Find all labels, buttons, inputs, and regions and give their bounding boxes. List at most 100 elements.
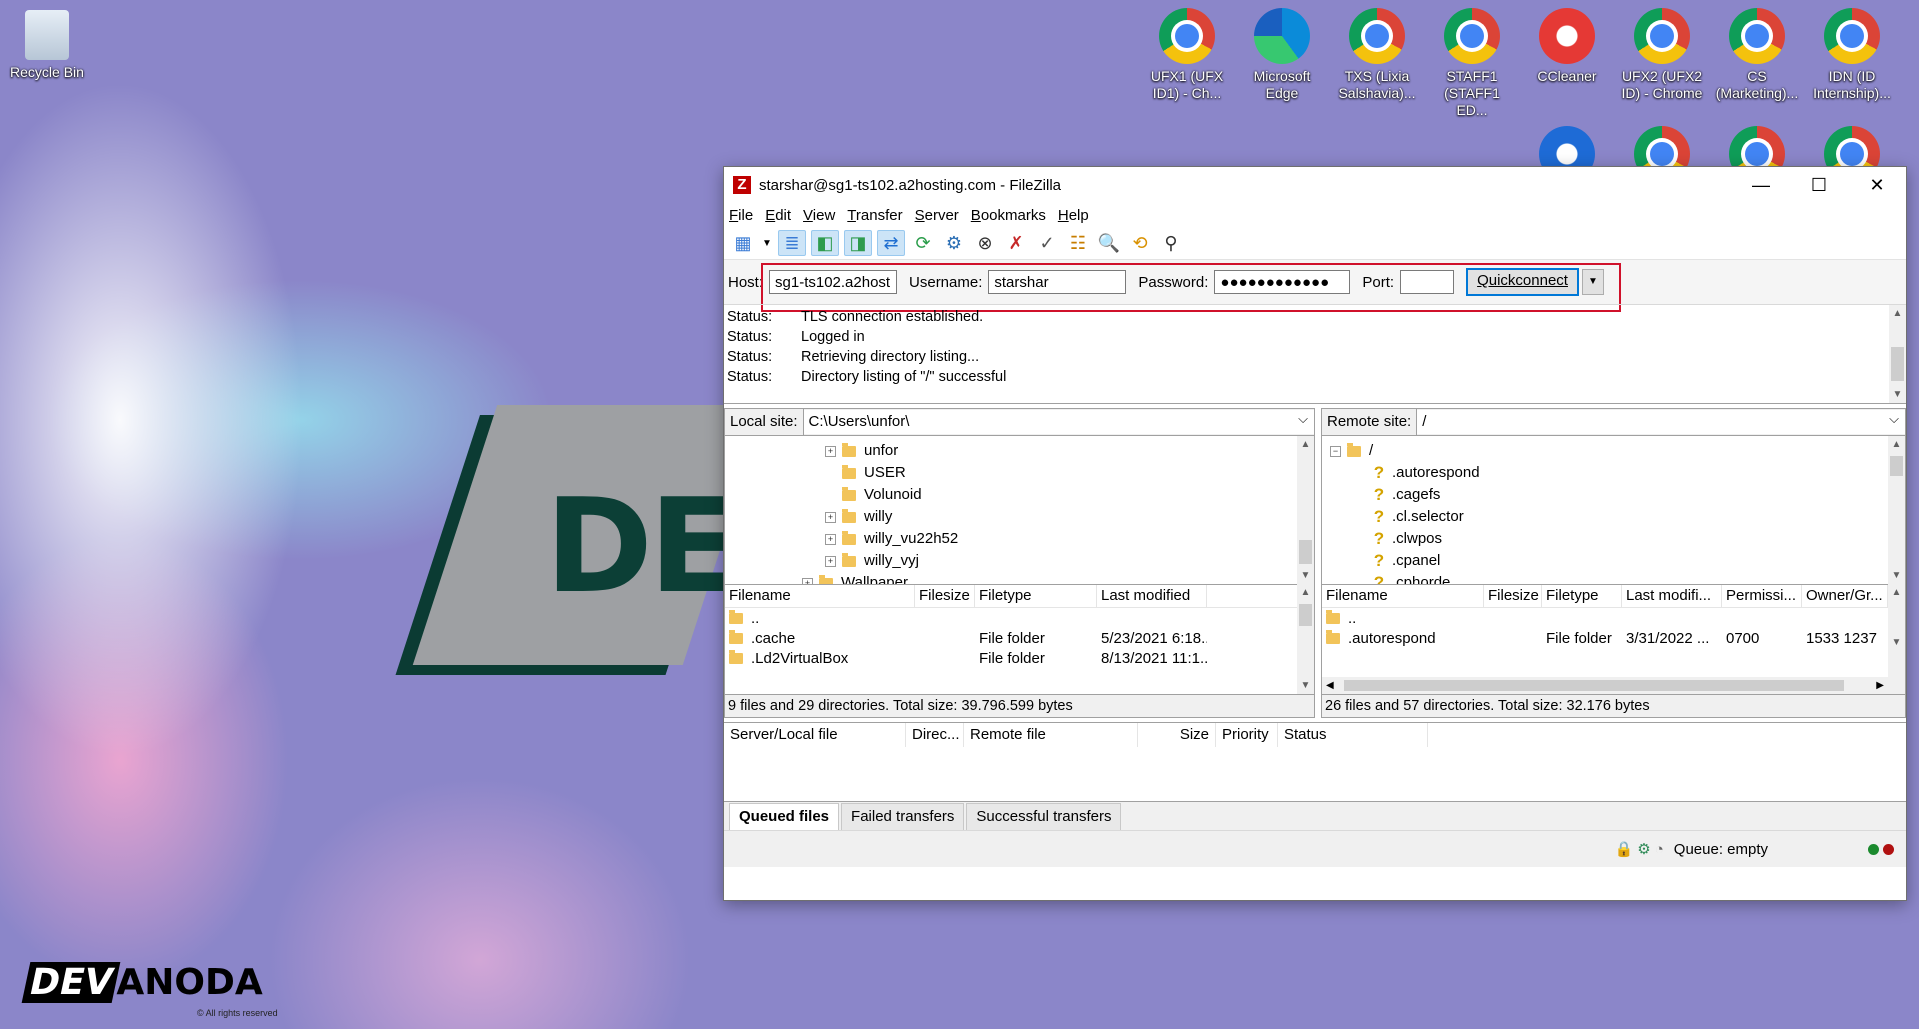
desktop-shortcut[interactable]: UFX1 (UFX ID1) - Ch... [1142,8,1232,102]
reconnect-icon[interactable]: ✓ [1034,231,1060,255]
minimize-button[interactable]: — [1732,167,1790,203]
column-status[interactable]: Status [1278,723,1428,747]
menu-view[interactable]: View [803,207,835,224]
scroll-thumb[interactable] [1890,456,1903,476]
remote-list-scrollbar[interactable]: ▲ ▼ [1888,584,1905,694]
desktop-shortcut[interactable]: STAFF1 (STAFF1 ED... [1427,8,1517,119]
desktop-shortcut[interactable]: UFX2 (UFX2 ID) - Chrome [1617,8,1707,102]
column-filesize[interactable]: Filesize [915,585,975,607]
scroll-down-icon[interactable]: ▼ [1888,634,1905,651]
column-filename[interactable]: Filename [725,585,915,607]
desktop-shortcut[interactable]: IDN (ID Internship)... [1807,8,1897,102]
column-filesize[interactable]: Filesize [1484,585,1542,607]
tree-node[interactable]: ? .cpanel [1372,552,1441,570]
scroll-thumb[interactable] [1891,347,1904,381]
scroll-up-icon[interactable]: ▲ [1297,584,1314,601]
toggle-message-log-icon[interactable]: ≣ [778,230,806,256]
scroll-up-icon[interactable]: ▲ [1888,436,1905,453]
desktop-shortcut[interactable]: TXS (Lixia Salshavia)... [1332,8,1422,102]
menu-edit[interactable]: Edit [765,207,791,224]
column-direction[interactable]: Direc... [906,723,964,747]
process-queue-icon[interactable]: ⚙ [941,231,967,255]
tree-node[interactable]: ? .cl.selector [1372,508,1464,526]
tree-node[interactable]: ? .cagefs [1372,486,1441,504]
disconnect-icon[interactable]: ✗ [1003,231,1029,255]
log-scrollbar[interactable]: ▲ ▼ [1889,305,1906,403]
table-row[interactable]: .autorespond File folder 3/31/2022 ... 0… [1322,628,1905,648]
collapse-icon[interactable]: − [1330,445,1341,457]
password-input[interactable] [1214,270,1351,294]
tree-node[interactable]: + Wallpaper [802,574,908,584]
menu-help[interactable]: Help [1058,207,1089,224]
directory-filter-icon[interactable]: ☷ [1065,231,1091,255]
scroll-thumb[interactable] [1344,680,1844,691]
tree-node[interactable]: Volunoid [842,486,922,504]
scroll-thumb[interactable] [1299,604,1312,626]
table-row[interactable]: .cache File folder 5/23/2021 6:18... [725,628,1314,648]
scroll-down-icon[interactable]: ▼ [1889,386,1906,403]
synchronized-browsing-icon[interactable]: ⟲ [1127,231,1153,255]
refresh-icon[interactable]: ⟳ [910,231,936,255]
tree-node[interactable]: + willy_vu22h52 [825,530,958,548]
tree-node[interactable]: ? .cphorde [1372,574,1451,585]
remote-tree-scrollbar[interactable]: ▲ ▼ [1888,436,1905,584]
tab-queued-files[interactable]: Queued files [729,803,840,830]
scroll-up-icon[interactable]: ▲ [1297,436,1314,453]
scroll-down-icon[interactable]: ▼ [1297,677,1314,694]
tree-node[interactable]: USER [842,464,906,482]
tree-node[interactable]: + willy [825,508,892,526]
tab-failed-transfers[interactable]: Failed transfers [841,803,965,830]
tree-node[interactable]: ? .clwpos [1372,530,1442,548]
menu-transfer[interactable]: Transfer [847,207,902,224]
cancel-operation-icon[interactable]: ⊗ [972,231,998,255]
quickconnect-button[interactable]: Quickconnect [1466,268,1579,296]
toggle-remote-tree-icon[interactable]: ◨ [844,230,872,256]
column-priority[interactable]: Priority [1216,723,1278,747]
scroll-thumb[interactable] [1299,540,1312,564]
desktop-shortcut[interactable]: Microsoft Edge [1237,8,1327,102]
tab-successful-transfers[interactable]: Successful transfers [966,803,1122,830]
table-row[interactable]: .Ld2VirtualBox File folder 8/13/2021 11:… [725,648,1314,668]
host-input[interactable] [769,270,898,294]
column-last-modified[interactable]: Last modified [1097,585,1207,607]
desktop-shortcut[interactable]: CCleaner [1522,8,1612,85]
recycle-bin[interactable]: Recycle Bin [2,10,92,81]
scroll-left-icon[interactable]: ◀ [1326,677,1334,694]
expand-icon[interactable]: + [825,533,836,545]
search-remote-files-icon[interactable]: ⚲ [1158,231,1184,255]
quickconnect-history-dropdown[interactable]: ▼ [1581,269,1604,295]
tree-node[interactable]: + willy_vyj [825,552,919,570]
scroll-up-icon[interactable]: ▲ [1888,584,1905,601]
toggle-transfer-queue-icon[interactable]: ⇄ [877,230,905,256]
column-server-local-file[interactable]: Server/Local file [724,723,906,747]
column-remote-file[interactable]: Remote file [964,723,1138,747]
port-input[interactable] [1400,270,1455,294]
local-list-scrollbar[interactable]: ▲ ▼ [1297,584,1314,694]
menu-bookmarks[interactable]: Bookmarks [971,207,1046,224]
tree-node[interactable]: + unfor [825,442,898,460]
column-last-modified[interactable]: Last modifi... [1622,585,1722,607]
tree-node[interactable]: − / [1330,442,1373,460]
tree-node[interactable]: ? .autorespond [1372,464,1480,482]
toggle-filtering-icon[interactable]: 🔍 [1096,231,1122,255]
column-owner-group[interactable]: Owner/Gr... [1802,585,1888,607]
scroll-right-icon[interactable]: ▶ [1876,677,1884,694]
menu-server[interactable]: Server [915,207,959,224]
column-filetype[interactable]: Filetype [975,585,1097,607]
scroll-down-icon[interactable]: ▼ [1297,567,1314,584]
column-filename[interactable]: Filename [1322,585,1484,607]
table-row[interactable]: .. [1322,608,1905,628]
expand-icon[interactable]: + [825,511,836,523]
close-button[interactable]: ✕ [1848,167,1906,203]
scroll-down-icon[interactable]: ▼ [1888,567,1905,584]
maximize-button[interactable]: ☐ [1790,167,1848,203]
remote-site-path-input[interactable]: / [1417,407,1905,434]
toggle-local-tree-icon[interactable]: ◧ [811,230,839,256]
table-row[interactable]: .. [725,608,1314,628]
menu-file[interactable]: File [729,207,753,224]
site-manager-icon[interactable]: ▦ [730,231,756,255]
site-manager-dropdown-icon[interactable]: ▼ [761,231,773,255]
local-tree-scrollbar[interactable]: ▲ ▼ [1297,436,1314,584]
expand-icon[interactable]: + [825,555,836,567]
column-filetype[interactable]: Filetype [1542,585,1622,607]
